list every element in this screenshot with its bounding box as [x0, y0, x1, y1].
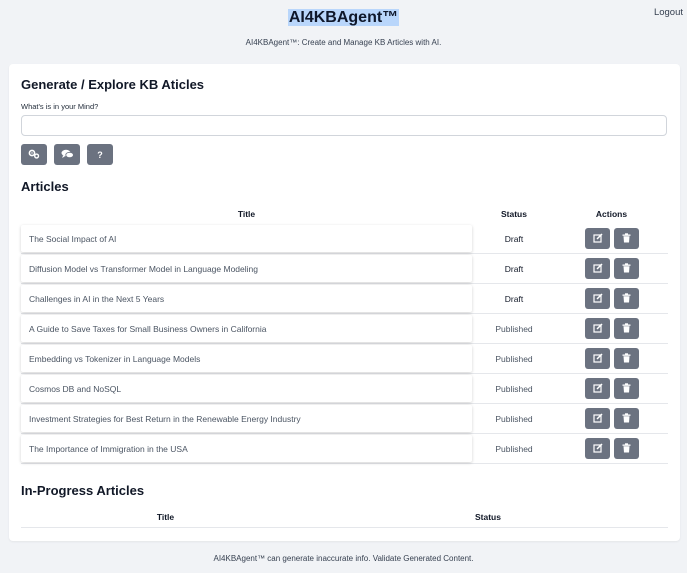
article-status: Draft: [504, 264, 524, 274]
article-title[interactable]: The Social Impact of AI: [21, 225, 472, 252]
main-card: Generate / Explore KB Aticles What's is …: [9, 64, 680, 541]
app-subtitle: AI4KBAgent™: Create and Manage KB Articl…: [245, 38, 442, 47]
cogs-icon: [28, 149, 40, 161]
edit-article-button[interactable]: [585, 318, 610, 339]
edit-article-button[interactable]: [585, 438, 610, 459]
edit-article-button[interactable]: [585, 378, 610, 399]
edit-icon: [592, 440, 603, 458]
article-title[interactable]: The Importance of Immigration in the USA: [21, 435, 472, 462]
trash-icon: [622, 350, 631, 368]
article-title[interactable]: Challenges in AI in the Next 5 Years: [21, 285, 472, 312]
prompt-input[interactable]: [21, 115, 667, 136]
article-row: Diffusion Model vs Transformer Model in …: [21, 254, 668, 284]
article-status: Published: [495, 444, 533, 454]
delete-article-button[interactable]: [614, 438, 639, 459]
trash-icon: [622, 230, 631, 248]
delete-article-button[interactable]: [614, 288, 639, 309]
trash-icon: [622, 380, 631, 398]
article-title[interactable]: Diffusion Model vs Transformer Model in …: [21, 255, 472, 282]
trash-icon: [622, 260, 631, 278]
edit-icon: [592, 260, 603, 278]
article-row: The Importance of Immigration in the USA…: [21, 434, 668, 464]
delete-article-button[interactable]: [614, 258, 639, 279]
delete-article-button[interactable]: [614, 378, 639, 399]
generate-heading: Generate / Explore KB Aticles: [21, 77, 205, 92]
inprogress-col-status: Status: [475, 512, 501, 522]
edit-article-button[interactable]: [585, 408, 610, 429]
article-status: Draft: [504, 234, 524, 244]
edit-icon: [592, 410, 603, 428]
trash-icon: [622, 440, 631, 458]
edit-icon: [592, 380, 603, 398]
article-title[interactable]: Embedding vs Tokenizer in Language Model…: [21, 345, 472, 372]
edit-article-button[interactable]: [585, 288, 610, 309]
article-status: Draft: [504, 294, 524, 304]
prompt-label: What's is in your Mind?: [21, 102, 99, 111]
inprogress-col-title: Title: [156, 512, 175, 522]
comments-icon: [61, 149, 74, 161]
articles-heading: Articles: [21, 179, 69, 194]
edit-article-button[interactable]: [585, 348, 610, 369]
delete-article-button[interactable]: [614, 348, 639, 369]
trash-icon: [622, 290, 631, 308]
article-row: Investment Strategies for Best Return in…: [21, 404, 668, 434]
chat-button[interactable]: [54, 144, 80, 165]
article-status: Published: [495, 354, 533, 364]
help-button[interactable]: ?: [87, 144, 113, 165]
article-row: Embedding vs Tokenizer in Language Model…: [21, 344, 668, 374]
footer-disclaimer: AI4KBAgent™ can generate inaccurate info…: [213, 554, 474, 563]
generate-settings-button[interactable]: [21, 144, 47, 165]
edit-article-button[interactable]: [585, 258, 610, 279]
edit-icon: [592, 350, 603, 368]
app-title: AI4KBAgent™: [287, 9, 400, 26]
inprogress-divider: [21, 527, 668, 528]
article-title[interactable]: Cosmos DB and NoSQL: [21, 375, 472, 402]
article-status: Published: [495, 414, 533, 424]
edit-icon: [592, 320, 603, 338]
articles-col-actions: Actions: [595, 209, 628, 219]
delete-article-button[interactable]: [614, 318, 639, 339]
edit-icon: [592, 290, 603, 308]
app-title-container: AI4KBAgent™: [0, 9, 687, 27]
article-row: A Guide to Save Taxes for Small Business…: [21, 314, 668, 344]
trash-icon: [622, 320, 631, 338]
articles-col-status: Status: [501, 209, 527, 219]
article-row: Cosmos DB and NoSQL Published: [21, 374, 668, 404]
delete-article-button[interactable]: [614, 228, 639, 249]
delete-article-button[interactable]: [614, 408, 639, 429]
article-status: Published: [495, 384, 533, 394]
inprogress-heading: In-Progress Articles: [21, 483, 145, 498]
article-status: Published: [495, 324, 533, 334]
article-row: The Social Impact of AI Draft: [21, 224, 668, 254]
edit-article-button[interactable]: [585, 228, 610, 249]
article-title[interactable]: Investment Strategies for Best Return in…: [21, 405, 472, 432]
article-title[interactable]: A Guide to Save Taxes for Small Business…: [21, 315, 472, 342]
article-row: Challenges in AI in the Next 5 Years Draf…: [21, 284, 668, 314]
articles-col-title: Title: [237, 209, 256, 219]
trash-icon: [622, 410, 631, 428]
edit-icon: [592, 230, 603, 248]
